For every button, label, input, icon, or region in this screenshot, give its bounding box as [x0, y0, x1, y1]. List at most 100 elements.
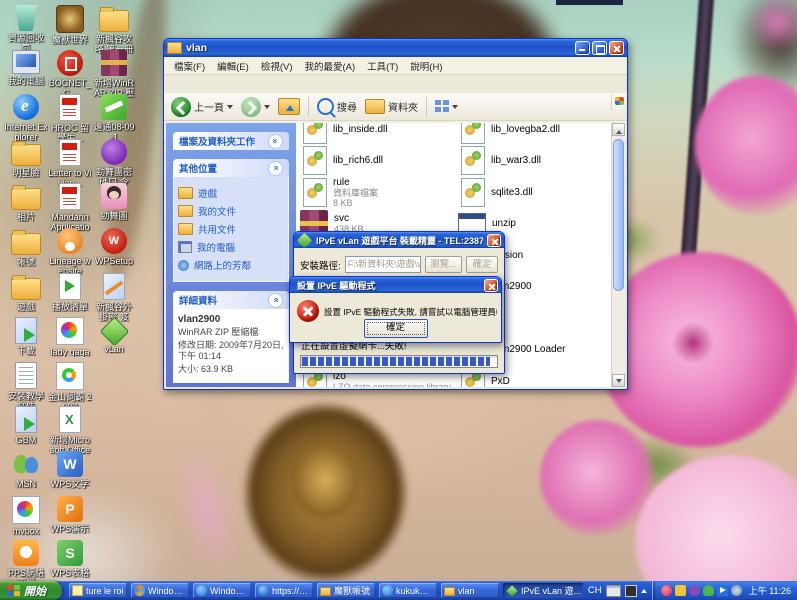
taskbar-window-button[interactable]: kukukwan - ...: [379, 583, 437, 598]
folders-button[interactable]: 資料夾: [362, 97, 421, 116]
desktop-icon[interactable]: 我的電腦: [4, 49, 48, 86]
tray-icon[interactable]: [688, 585, 700, 596]
menu-item[interactable]: 檔案(F): [168, 58, 211, 74]
tray-icon[interactable]: [716, 585, 728, 596]
desktop-icon[interactable]: WPSetup: [92, 228, 136, 266]
details-header[interactable]: 詳細資料: [173, 291, 289, 309]
ime-toolbar-icon[interactable]: [624, 584, 637, 597]
desktop-icon[interactable]: 安裝教學文件: [4, 361, 48, 411]
desktop-icon[interactable]: 播放清單: [48, 272, 92, 312]
scroll-down-button[interactable]: [612, 374, 625, 387]
close-button[interactable]: [609, 41, 624, 55]
file-item[interactable]: lib_lovegba2.dll: [458, 123, 610, 144]
up-button[interactable]: [275, 96, 303, 117]
desktop-icon[interactable]: Mandarin Application ...: [48, 183, 92, 233]
installer-close-button[interactable]: [487, 233, 501, 247]
place-link[interactable]: 我的文件: [178, 204, 284, 218]
tray-icon[interactable]: [660, 585, 672, 596]
other-places-header[interactable]: 其他位置: [173, 159, 289, 177]
menu-item[interactable]: 我的最愛(A): [298, 58, 361, 74]
install-path-input[interactable]: F:\新資料夾\遊戲\vlan: [344, 256, 422, 273]
file-item[interactable]: rule 資料庫檔案 8 KB: [300, 177, 452, 208]
taskbar-window-button[interactable]: https://pbzx.eb...: [255, 583, 313, 598]
scroll-up-button[interactable]: [612, 123, 625, 136]
desktop-icon[interactable]: 魔獸世界: [48, 5, 92, 45]
desktop-icon[interactable]: HROC 留學生...: [48, 94, 92, 143]
desktop-icon[interactable]: 新增Microsoft Office Excel...: [48, 406, 92, 456]
search-button[interactable]: 搜尋: [314, 96, 360, 117]
installer-ok-button[interactable]: 確定: [466, 256, 498, 273]
desktop-icon[interactable]: Letter to Vivian...: [48, 138, 92, 188]
tray-icon[interactable]: [730, 585, 742, 596]
desktop-icon[interactable]: mvbox: [4, 495, 48, 536]
maximize-button[interactable]: [592, 41, 607, 55]
chevron-up-icon[interactable]: [640, 586, 647, 593]
chevron-up-icon[interactable]: [268, 160, 283, 176]
place-link[interactable]: 網路上的芳鄰: [178, 258, 284, 272]
keyboard-icon[interactable]: [605, 584, 621, 597]
back-button[interactable]: 上一頁: [168, 95, 236, 119]
tray-icon[interactable]: [674, 585, 686, 596]
file-item[interactable]: lib_inside.dll: [300, 123, 452, 144]
desktop-icon[interactable]: 相片: [4, 183, 48, 222]
taskbar-window-button[interactable]: Windows Me...: [131, 583, 189, 598]
desktop-icon[interactable]: WPS演示: [48, 495, 92, 534]
tray-icon[interactable]: [702, 585, 714, 596]
desktop-icon[interactable]: 新增WinRAR ZIP 壓縮檔: [92, 49, 136, 99]
desktop-icon[interactable]: Internet Explorer: [4, 94, 48, 142]
file-tasks-header[interactable]: 檔案及資料夾工作: [173, 132, 289, 150]
start-button[interactable]: 開始: [0, 581, 62, 600]
desktop-icon[interactable]: 帳號: [4, 228, 48, 267]
error-ok-button[interactable]: 確定: [363, 319, 428, 338]
desktop-icon[interactable]: 勁舞團: [92, 183, 136, 221]
taskbar-window-button[interactable]: 魔獸帳號: [317, 583, 375, 598]
forward-button[interactable]: [238, 95, 273, 119]
menu-item[interactable]: 編輯(E): [211, 58, 255, 74]
place-link[interactable]: 我的電腦: [178, 240, 284, 254]
views-button[interactable]: [432, 98, 461, 115]
chevron-down-icon[interactable]: [268, 133, 283, 149]
desktop-icon[interactable]: 勁舞團密碼口 令: [92, 138, 136, 187]
desktop-icon[interactable]: 金山詞霸 2007: [48, 361, 92, 412]
taskbar-window-button[interactable]: Windows Liv...: [193, 583, 251, 598]
browse-button[interactable]: 瀏覽...: [425, 256, 462, 273]
menu-item[interactable]: 檢視(V): [255, 58, 299, 74]
desktop-icon[interactable]: lady gaga: [48, 317, 92, 357]
chevron-up-icon[interactable]: [268, 292, 283, 308]
error-close-button[interactable]: [484, 278, 498, 292]
error-titlebar[interactable]: 設置 IPvE 驅動程式: [290, 277, 501, 293]
place-link[interactable]: 遊戲: [178, 186, 284, 200]
file-item[interactable]: lib_rich6.dll: [300, 146, 452, 176]
desktop-icon[interactable]: 資源回收筒: [4, 5, 48, 53]
taskbar-clock[interactable]: 上午 11:26: [749, 584, 791, 597]
desktop-icon[interactable]: WPS文字: [48, 451, 92, 489]
desktop-icon[interactable]: MSN: [4, 451, 48, 489]
explorer-titlebar[interactable]: vlan: [164, 39, 627, 57]
language-bar[interactable]: CH: [583, 581, 652, 600]
taskbar-window-button[interactable]: IPvE vLan 遊...: [503, 583, 583, 598]
taskbar-window-button[interactable]: ture le roi: [69, 583, 127, 598]
vertical-scrollbar[interactable]: [611, 123, 625, 387]
file-item[interactable]: sqlite3.dll: [458, 177, 610, 207]
desktop-icon[interactable]: BOCNET_C...: [48, 49, 92, 98]
menu-item[interactable]: 說明(H): [404, 58, 448, 74]
taskbar-window-button[interactable]: vlan: [441, 583, 499, 598]
file-name: sqlite3.dll: [491, 186, 533, 198]
language-indicator[interactable]: CH: [588, 585, 602, 596]
desktop-icon[interactable]: 下載: [4, 317, 48, 356]
desktop-icon[interactable]: 新楓谷外掛密 笈: [92, 272, 136, 322]
desktop-icon[interactable]: GBM: [4, 406, 48, 445]
desktop-icon[interactable]: 新楓谷攻略 第一冊: [92, 5, 136, 54]
desktop-icon[interactable]: WPS表格: [48, 540, 92, 578]
minimize-button[interactable]: [575, 41, 590, 55]
place-link[interactable]: 共用文件: [178, 222, 284, 236]
desktop-icon[interactable]: vLan: [92, 316, 136, 354]
desktop-icon[interactable]: 遊戲: [4, 273, 48, 312]
desktop-icon[interactable]: 遠通08-09-1: [92, 94, 136, 142]
scrollbar-thumb[interactable]: [613, 139, 624, 291]
installer-titlebar[interactable]: IPvE vLan 遊戲平台 裝載精靈 - TEL:23873177: [294, 232, 504, 248]
desktop-icon[interactable]: 明星臉: [4, 139, 48, 178]
menu-item[interactable]: 工具(T): [361, 58, 404, 74]
file-item[interactable]: lib_war3.dll: [458, 146, 610, 176]
desktop-icon[interactable]: Lineage website: [48, 228, 92, 276]
